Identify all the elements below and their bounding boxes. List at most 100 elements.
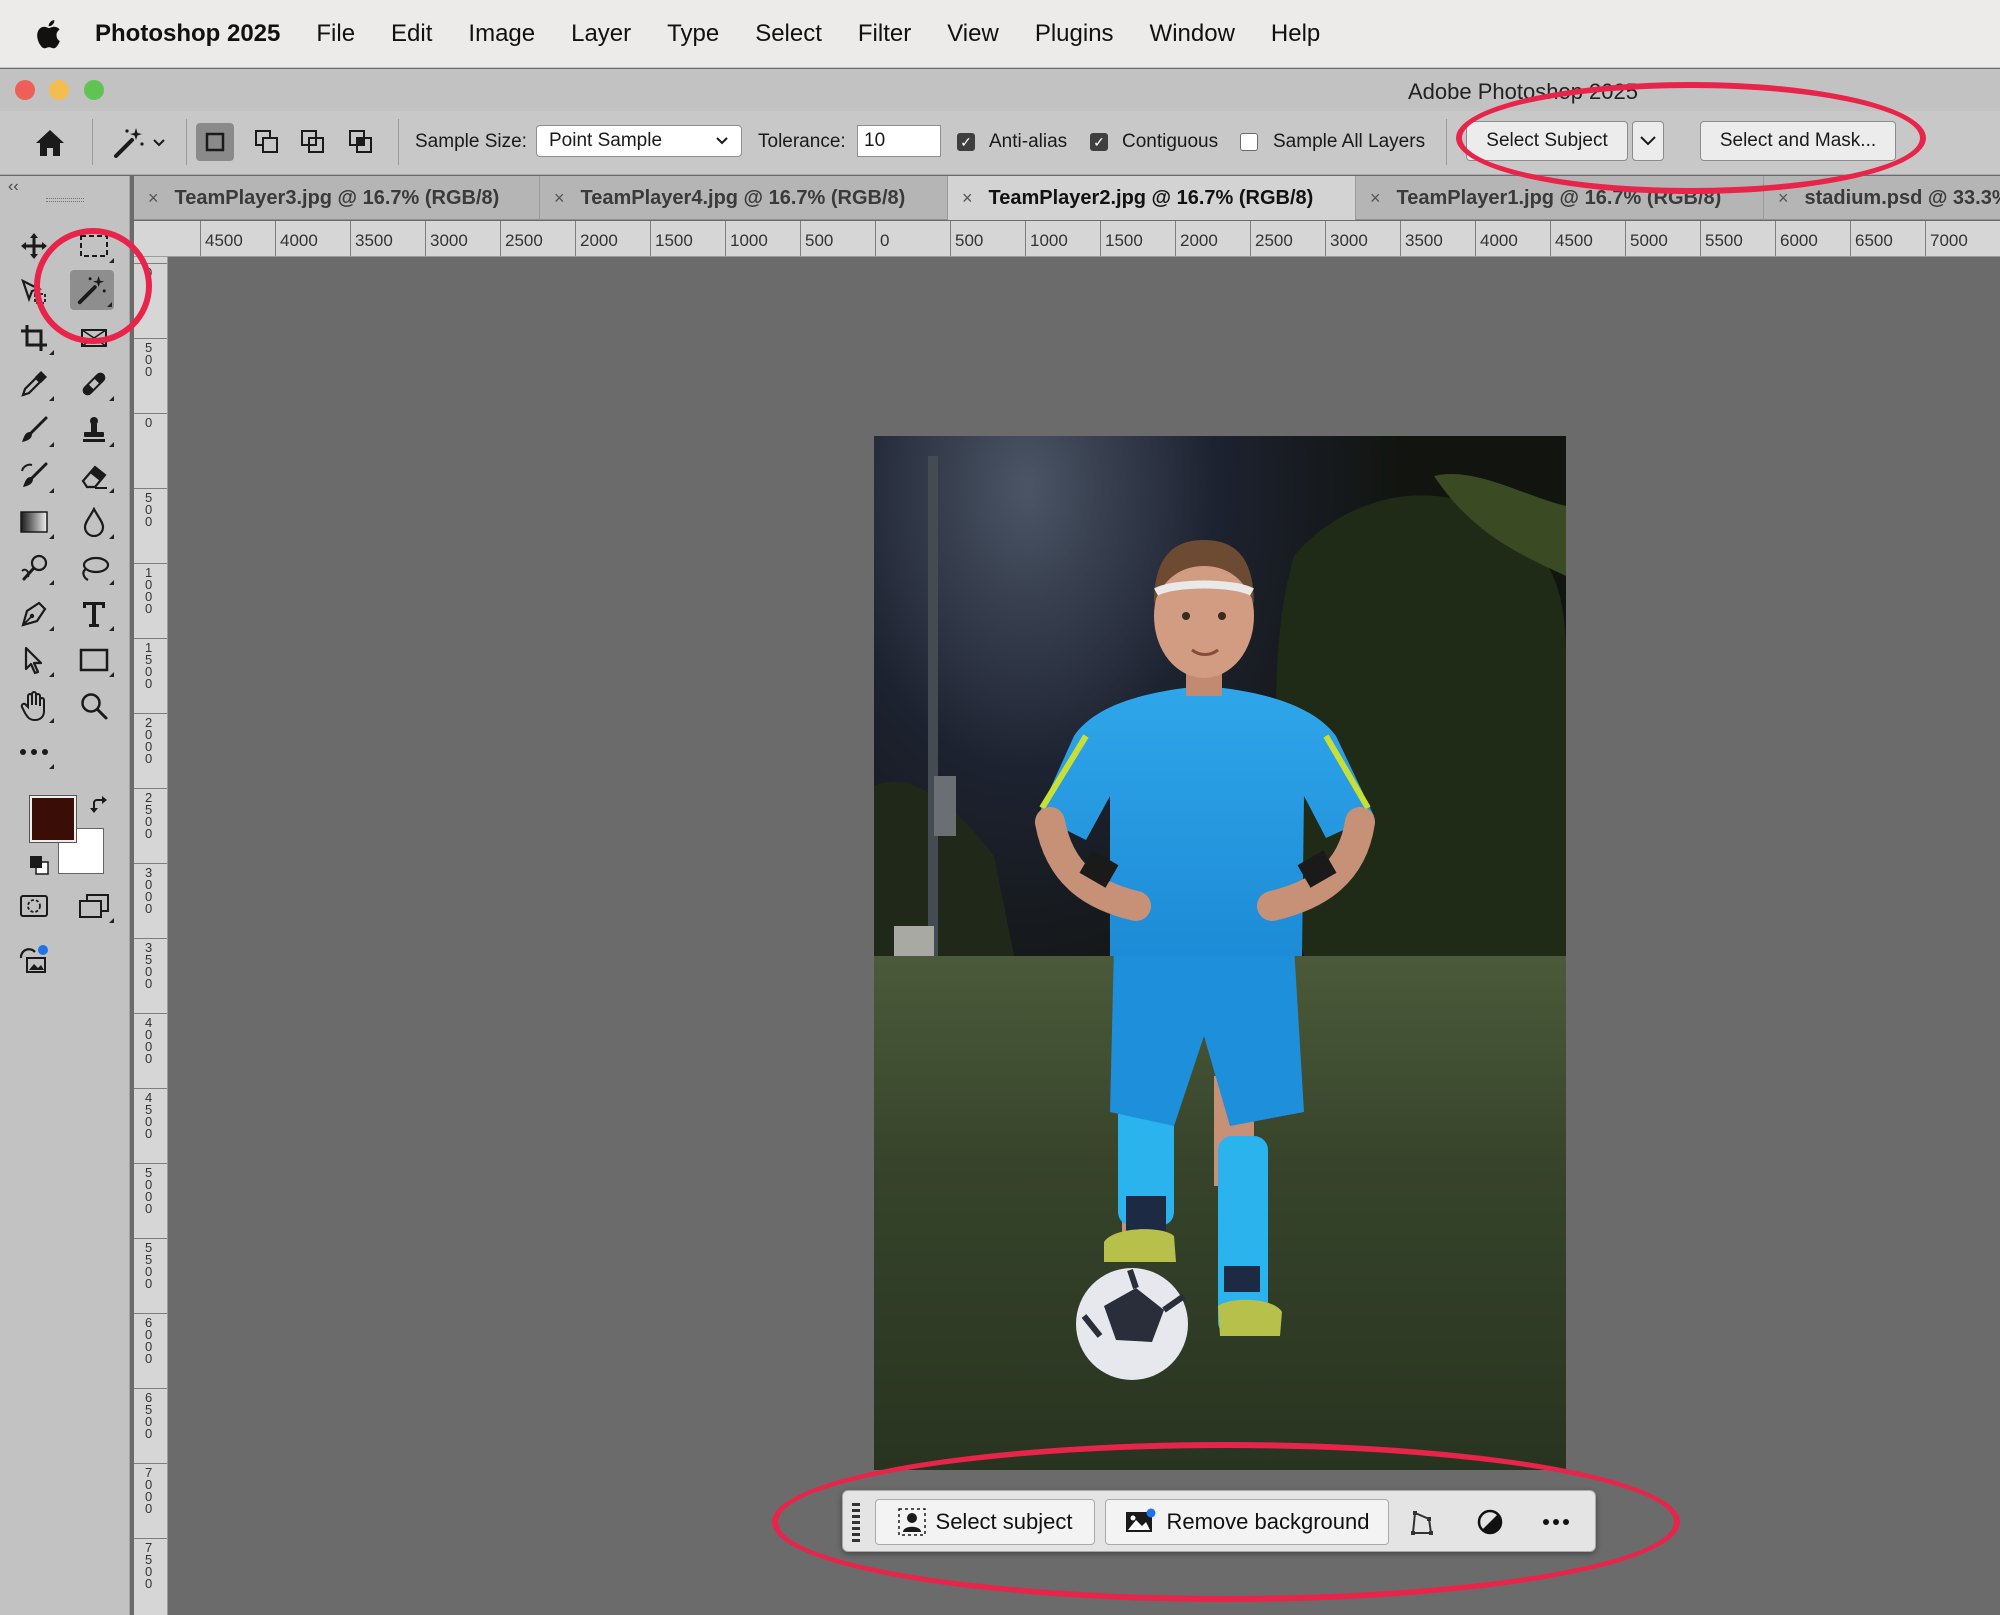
close-tab-icon[interactable]: ×: [148, 188, 159, 209]
panel-grip[interactable]: [46, 198, 84, 202]
menu-layer[interactable]: Layer: [571, 20, 631, 48]
menu-image[interactable]: Image: [468, 20, 535, 48]
canvas-image[interactable]: [874, 436, 1566, 1470]
move-tool[interactable]: [12, 226, 56, 266]
menu-plugins[interactable]: Plugins: [1035, 20, 1114, 48]
menu-help[interactable]: Help: [1271, 20, 1320, 48]
select-and-mask-button[interactable]: Select and Mask...: [1700, 121, 1896, 161]
more-options-button[interactable]: [1537, 1503, 1575, 1541]
menu-select[interactable]: Select: [755, 20, 822, 48]
new-selection-mode-button[interactable]: [196, 123, 234, 161]
menubar: Photoshop 2025 File Edit Image Layer Typ…: [0, 0, 2000, 68]
crop-tool[interactable]: [12, 318, 56, 358]
ruler-tick-label: 2500: [500, 221, 543, 256]
edit-toolbar-button[interactable]: [12, 732, 56, 772]
select-subject-mode-dropdown[interactable]: [1632, 121, 1664, 161]
apple-menu-icon[interactable]: [0, 19, 95, 49]
hand-tool[interactable]: [12, 686, 56, 726]
rectangular-marquee-tool[interactable]: [72, 226, 116, 266]
contiguous-checkbox[interactable]: ✓: [1090, 133, 1108, 151]
taskbar-drag-handle[interactable]: [851, 1501, 861, 1543]
menu-type[interactable]: Type: [667, 20, 719, 48]
crop-icon: [21, 325, 47, 351]
screen-mode-button[interactable]: [72, 886, 116, 926]
transform-selection-button[interactable]: [1403, 1503, 1441, 1541]
select-subject-button[interactable]: Select Subject: [1466, 121, 1628, 161]
more-tools-icon: [20, 749, 48, 755]
pen-tool[interactable]: [12, 594, 56, 634]
discover-button[interactable]: [12, 940, 56, 980]
lasso-tool[interactable]: [72, 548, 116, 588]
taskbar-select-subject-button[interactable]: Select subject: [875, 1499, 1095, 1545]
ruler-tick-label: 6000: [1775, 221, 1818, 256]
magic-wand-tool[interactable]: [70, 270, 114, 310]
default-colors-icon[interactable]: [28, 854, 50, 876]
menu-window[interactable]: Window: [1150, 20, 1235, 48]
eyedropper-tool[interactable]: [12, 364, 56, 404]
anti-alias-checkbox[interactable]: ✓: [957, 133, 975, 151]
brush-tool[interactable]: [12, 410, 56, 450]
tab-teamplayer4[interactable]: × TeamPlayer4.jpg @ 16.7% (RGB/8): [540, 176, 948, 220]
dodge-tool[interactable]: [12, 548, 56, 588]
swap-colors-icon[interactable]: [88, 794, 112, 818]
menu-file[interactable]: File: [316, 20, 355, 48]
home-icon[interactable]: [28, 123, 72, 163]
collapse-panel-icon[interactable]: ‹‹: [8, 178, 19, 196]
sample-size-label: Sample Size:: [415, 131, 527, 152]
ruler-tick-label: 4500: [134, 1088, 167, 1140]
window-titlebar: Adobe Photoshop 2025: [0, 69, 2000, 111]
move-icon: [21, 233, 47, 259]
ruler-tick-label: 3500: [134, 938, 167, 990]
ruler-tick-label: 500: [950, 221, 983, 256]
spot-healing-brush-tool[interactable]: [72, 364, 116, 404]
menu-view[interactable]: View: [947, 20, 999, 48]
tab-stadium[interactable]: × stadium.psd @ 33.3%: [1764, 176, 2000, 220]
subtract-from-selection-button[interactable]: [294, 123, 332, 161]
zoom-tool[interactable]: [72, 686, 116, 726]
type-tool[interactable]: [72, 594, 116, 634]
mask-button[interactable]: [1471, 1503, 1509, 1541]
intersect-selection-button[interactable]: [342, 123, 380, 161]
rectangle-icon: [79, 648, 109, 672]
chevron-down-icon: [1640, 136, 1656, 146]
rectangle-tool[interactable]: [72, 640, 116, 680]
path-selection-tool[interactable]: [12, 640, 56, 680]
eraser-tool[interactable]: [72, 456, 116, 496]
tab-teamplayer3[interactable]: × TeamPlayer3.jpg @ 16.7% (RGB/8): [134, 176, 540, 220]
zoom-window-button[interactable]: [84, 80, 104, 100]
tab-teamplayer2[interactable]: × TeamPlayer2.jpg @ 16.7% (RGB/8): [948, 176, 1356, 220]
ruler-tick-label: 6000: [134, 1313, 167, 1365]
ruler-tick-label: 0: [134, 413, 167, 429]
history-brush-tool[interactable]: [12, 456, 56, 496]
tab-label: TeamPlayer2.jpg @ 16.7% (RGB/8): [988, 186, 1314, 209]
minimize-window-button[interactable]: [49, 80, 69, 100]
discover-icon: [19, 945, 48, 973]
add-to-selection-button[interactable]: [248, 123, 286, 161]
frame-tool[interactable]: [72, 318, 116, 358]
close-tab-icon[interactable]: ×: [1370, 188, 1381, 209]
gradient-tool[interactable]: [12, 502, 56, 542]
tool-preset-picker[interactable]: [106, 123, 172, 163]
quick-mask-mode-button[interactable]: [12, 886, 56, 926]
object-selection-tool[interactable]: [12, 272, 56, 312]
close-tab-icon[interactable]: ×: [554, 188, 565, 209]
blur-tool[interactable]: [72, 502, 116, 542]
close-window-button[interactable]: [15, 80, 35, 100]
ruler-tick-label: 4500: [200, 221, 243, 256]
remove-background-button[interactable]: Remove background: [1105, 1499, 1389, 1545]
close-tab-icon[interactable]: ×: [962, 188, 973, 209]
separator: [92, 119, 93, 165]
sample-all-layers-checkbox[interactable]: [1240, 133, 1258, 151]
foreground-color-swatch[interactable]: [29, 795, 77, 843]
ruler-tick-label: 4000: [1475, 221, 1518, 256]
ruler-tick-label: 0: [134, 263, 167, 279]
document-tabs: × TeamPlayer3.jpg @ 16.7% (RGB/8) × Team…: [134, 176, 2000, 220]
tolerance-input[interactable]: 10: [857, 125, 941, 157]
close-tab-icon[interactable]: ×: [1778, 188, 1789, 209]
app-name-menu[interactable]: Photoshop 2025: [95, 20, 280, 48]
tab-teamplayer1[interactable]: × TeamPlayer1.jpg @ 16.7% (RGB/8): [1356, 176, 1764, 220]
clone-stamp-tool[interactable]: [72, 410, 116, 450]
sample-size-dropdown[interactable]: Point Sample: [536, 125, 742, 157]
menu-filter[interactable]: Filter: [858, 20, 911, 48]
menu-edit[interactable]: Edit: [391, 20, 432, 48]
